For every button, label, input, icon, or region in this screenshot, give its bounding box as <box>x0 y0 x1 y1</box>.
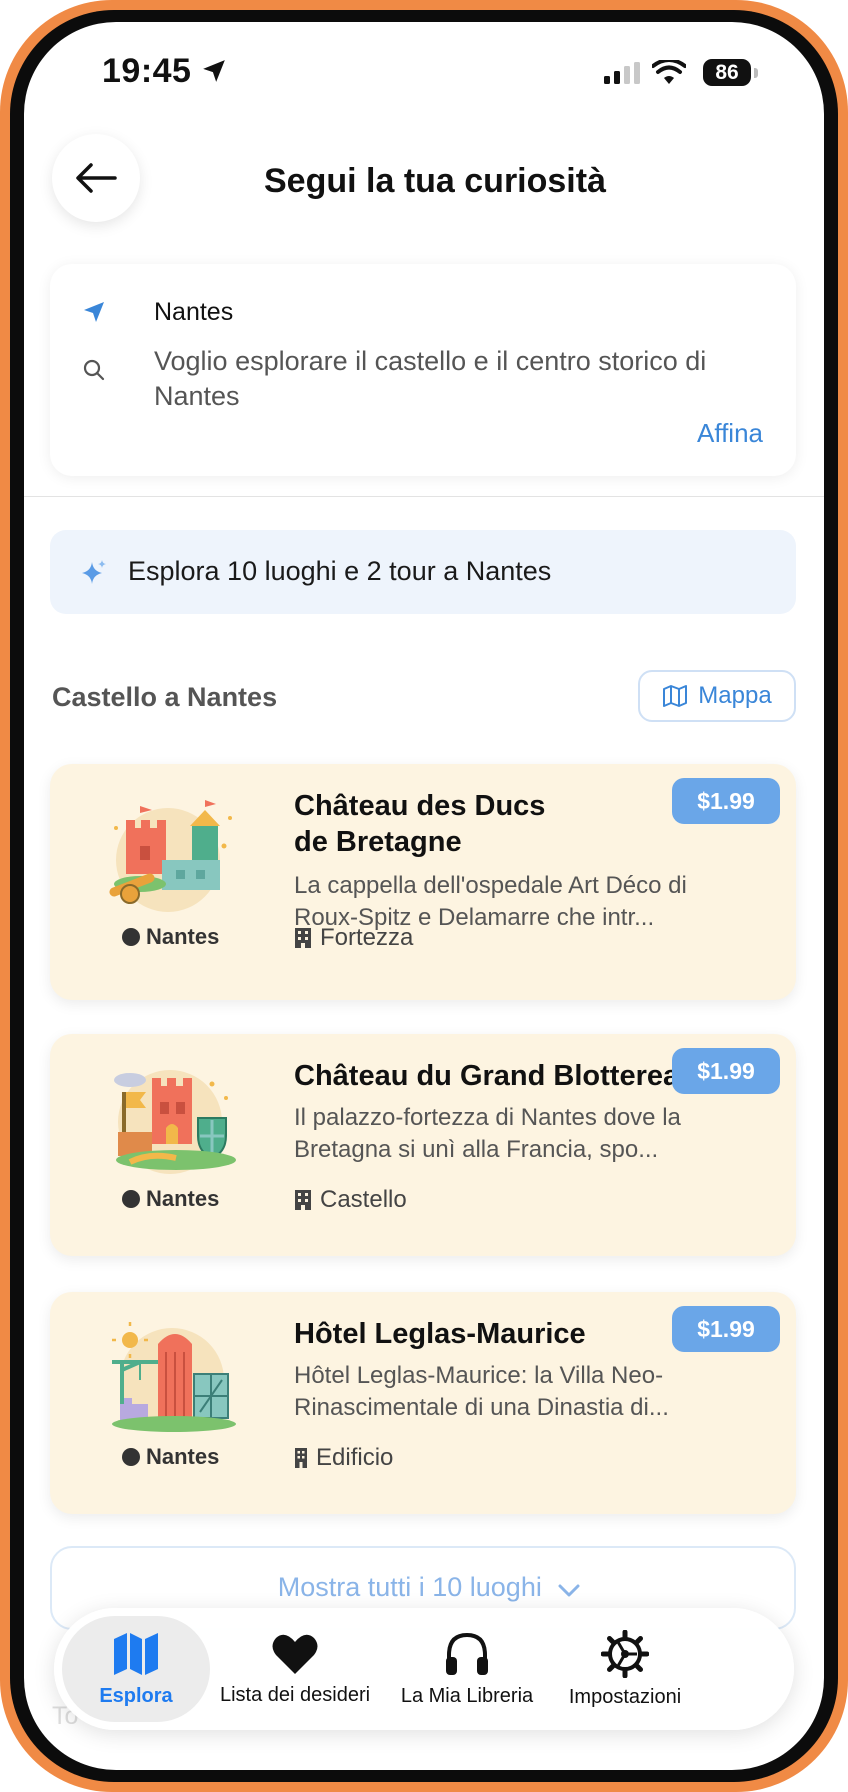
city-name: Nantes <box>146 924 220 949</box>
cellular-signal-icon <box>604 62 640 84</box>
tab-label: Impostazioni <box>568 1685 682 1708</box>
location-label: Nantes <box>154 298 234 326</box>
status-time: 19:45 <box>102 52 192 90</box>
castle-illustration-icon <box>109 800 232 912</box>
place-title: Château du Grand Blottereau <box>294 1060 697 1092</box>
pin-icon <box>122 928 140 946</box>
city-name: Nantes <box>146 1444 220 1469</box>
chevron-down-icon <box>558 1584 580 1597</box>
price-badge[interactable]: $1.99 <box>672 1048 780 1094</box>
pin-icon <box>122 1448 140 1466</box>
show-all-label: Mostra tutti i 10 luoghi <box>277 1572 542 1602</box>
battery-indicator: 86 <box>703 59 751 86</box>
price-badge[interactable]: $1.99 <box>672 1306 780 1352</box>
refine-link[interactable]: Affina <box>697 418 763 449</box>
category-label: Fortezza <box>320 924 414 951</box>
building-icon <box>295 928 311 948</box>
tab-label: La Mia Libreria <box>400 1684 534 1707</box>
price-badge[interactable]: $1.99 <box>672 778 780 824</box>
place-description: Il palazzo-fortezza di Nantes dove la Br… <box>294 1104 681 1163</box>
map-button-label: Mappa <box>698 682 772 709</box>
tab-bar: Esplora Lista dei desideri La Mia Librer… <box>54 1608 794 1730</box>
tab-library[interactable]: La Mia Libreria <box>394 1608 540 1730</box>
map-icon <box>114 1632 158 1675</box>
headphones-icon <box>446 1632 488 1675</box>
search-query-text[interactable]: Voglio esplorare il castello e il centro… <box>154 344 734 414</box>
place-card[interactable]: Nantes Hôtel Leglas-Maurice Hôtel Leglas… <box>50 1292 796 1514</box>
place-category: Edificio <box>294 1444 393 1472</box>
place-card[interactable]: Nantes Château du Grand Blottereau Il pa… <box>50 1034 796 1256</box>
category-label: Edificio <box>316 1444 394 1471</box>
city-label: Nantes <box>122 1444 219 1470</box>
wifi-icon <box>652 60 686 84</box>
city-label: Nantes <box>122 1186 219 1212</box>
gear-icon <box>601 1629 649 1678</box>
place-title: Château des Ducs de Bretagne <box>294 790 546 858</box>
navigation-arrow-icon <box>84 302 104 322</box>
tab-label: Esplora <box>99 1684 173 1707</box>
tab-settings[interactable]: Impostazioni <box>550 1608 700 1730</box>
place-category: Fortezza <box>294 924 413 952</box>
heart-icon <box>272 1634 318 1674</box>
city-name: Nantes <box>146 1186 220 1211</box>
section-title: Castello a Nantes <box>52 682 278 712</box>
map-button[interactable]: Mappa <box>638 670 796 722</box>
place-card[interactable]: Nantes Château des Ducs de Bretagne La c… <box>50 764 796 1000</box>
city-label: Nantes <box>122 924 219 950</box>
castle-illustration-icon <box>114 1070 236 1174</box>
battery-tip <box>754 68 758 78</box>
map-outline-icon <box>663 685 688 707</box>
location-arrow-icon <box>203 60 225 82</box>
search-icon <box>83 359 105 381</box>
office-building-icon <box>295 1448 307 1468</box>
tab-wishlist[interactable]: Lista dei desideri <box>214 1608 376 1730</box>
sparkle-icon <box>82 560 106 584</box>
category-label: Castello <box>320 1186 407 1213</box>
place-description: Hôtel Leglas-Maurice: la Villa Neo-Rinas… <box>294 1362 669 1421</box>
divider <box>24 496 824 497</box>
tab-label: Lista dei desideri <box>219 1683 371 1706</box>
pin-icon <box>122 1190 140 1208</box>
building-icon <box>295 1190 311 1210</box>
banner-text: Esplora 10 luoghi e 2 tour a Nantes <box>128 556 552 586</box>
status-bar: 19:45 86 <box>24 22 824 112</box>
page-title: Segui la tua curiosità <box>264 162 606 200</box>
place-title: Hôtel Leglas-Maurice <box>294 1318 586 1350</box>
tab-explore[interactable]: Esplora <box>62 1616 210 1722</box>
place-category: Castello <box>294 1186 407 1214</box>
screen: 19:45 86 Segui la tua curiosità Nantes V… <box>24 22 824 1770</box>
building-illustration-icon <box>112 1322 236 1432</box>
summary-banner: Esplora 10 luoghi e 2 tour a Nantes <box>50 530 796 614</box>
search-card[interactable]: Nantes Voglio esplorare il castello e il… <box>50 264 796 476</box>
